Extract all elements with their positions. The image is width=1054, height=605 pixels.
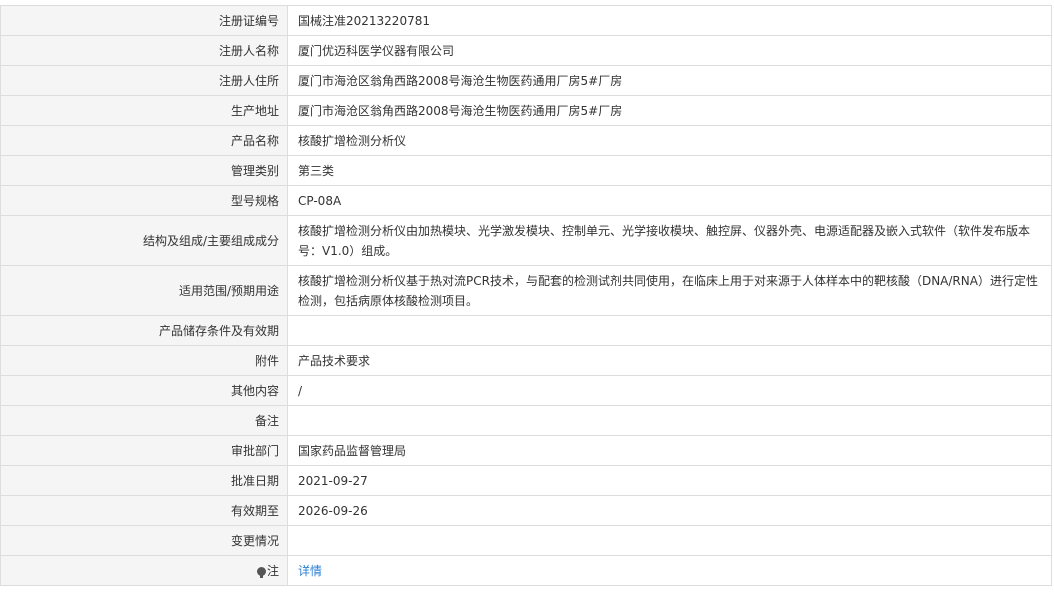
- row-label: 备注: [0, 405, 288, 436]
- table-row: 型号规格 CP-08A: [0, 185, 1052, 216]
- row-label: 产品名称: [0, 125, 288, 156]
- row-value: 厦门市海沧区翁角西路2008号海沧生物医药通用厂房5#厂房: [287, 65, 1052, 96]
- row-value: 产品技术要求: [287, 345, 1052, 376]
- table-row: 产品名称 核酸扩增检测分析仪: [0, 125, 1052, 156]
- table-row: 适用范围/预期用途 核酸扩增检测分析仪基于热对流PCR技术，与配套的检测试剂共同…: [0, 265, 1052, 316]
- row-value: 2026-09-26: [287, 495, 1052, 526]
- row-value: 厦门优迈科医学仪器有限公司: [287, 35, 1052, 66]
- row-label: 批准日期: [0, 465, 288, 496]
- table-row: 产品储存条件及有效期: [0, 315, 1052, 346]
- table-row: 注册人名称 厦门优迈科医学仪器有限公司: [0, 35, 1052, 66]
- table-row: 其他内容 /: [0, 375, 1052, 406]
- row-value: 2021-09-27: [287, 465, 1052, 496]
- row-value: 核酸扩增检测分析仪由加热模块、光学激发模块、控制单元、光学接收模块、触控屏、仪器…: [287, 215, 1052, 266]
- table-row: 注册人住所 厦门市海沧区翁角西路2008号海沧生物医药通用厂房5#厂房: [0, 65, 1052, 96]
- row-value: [287, 405, 1052, 436]
- row-label: 其他内容: [0, 375, 288, 406]
- note-value-cell: 详情: [287, 555, 1052, 586]
- row-label: 注册人住所: [0, 65, 288, 96]
- row-value: 第三类: [287, 155, 1052, 186]
- note-label: 注: [266, 563, 279, 578]
- table-row: 生产地址 厦门市海沧区翁角西路2008号海沧生物医药通用厂房5#厂房: [0, 95, 1052, 126]
- row-value: 国械注准20213220781: [287, 5, 1052, 36]
- row-label: 适用范围/预期用途: [0, 265, 288, 316]
- row-value: /: [287, 375, 1052, 406]
- table-row: 注册证编号 国械注准20213220781: [0, 5, 1052, 36]
- table-row: 附件 产品技术要求: [0, 345, 1052, 376]
- table-row: 变更情况: [0, 525, 1052, 556]
- row-label: 管理类别: [0, 155, 288, 186]
- row-value: 核酸扩增检测分析仪: [287, 125, 1052, 156]
- row-label: 有效期至: [0, 495, 288, 526]
- note-label-cell: 注: [0, 555, 288, 586]
- row-label: 产品储存条件及有效期: [0, 315, 288, 346]
- row-label: 生产地址: [0, 95, 288, 126]
- table-row: 审批部门 国家药品监督管理局: [0, 435, 1052, 466]
- table-row: 管理类别 第三类: [0, 155, 1052, 186]
- table-row: 结构及组成/主要组成成分 核酸扩增检测分析仪由加热模块、光学激发模块、控制单元、…: [0, 215, 1052, 266]
- row-value: 国家药品监督管理局: [287, 435, 1052, 466]
- row-label: 结构及组成/主要组成成分: [0, 215, 288, 266]
- table-row-note: 注 详情: [0, 555, 1052, 586]
- details-link[interactable]: 详情: [298, 564, 322, 578]
- table-row: 备注: [0, 405, 1052, 436]
- row-value: CP-08A: [287, 185, 1052, 216]
- lightbulb-icon: [256, 566, 266, 578]
- row-label: 注册人名称: [0, 35, 288, 66]
- row-value: [287, 315, 1052, 346]
- row-label: 型号规格: [0, 185, 288, 216]
- row-label: 附件: [0, 345, 288, 376]
- table-row: 批准日期 2021-09-27: [0, 465, 1052, 496]
- table-row: 有效期至 2026-09-26: [0, 495, 1052, 526]
- row-label: 变更情况: [0, 525, 288, 556]
- row-label: 注册证编号: [0, 5, 288, 36]
- registration-detail-table: 注册证编号 国械注准20213220781 注册人名称 厦门优迈科医学仪器有限公…: [0, 5, 1052, 586]
- row-label: 审批部门: [0, 435, 288, 466]
- row-value: 核酸扩增检测分析仪基于热对流PCR技术，与配套的检测试剂共同使用，在临床上用于对…: [287, 265, 1052, 316]
- row-value: 厦门市海沧区翁角西路2008号海沧生物医药通用厂房5#厂房: [287, 95, 1052, 126]
- row-value: [287, 525, 1052, 556]
